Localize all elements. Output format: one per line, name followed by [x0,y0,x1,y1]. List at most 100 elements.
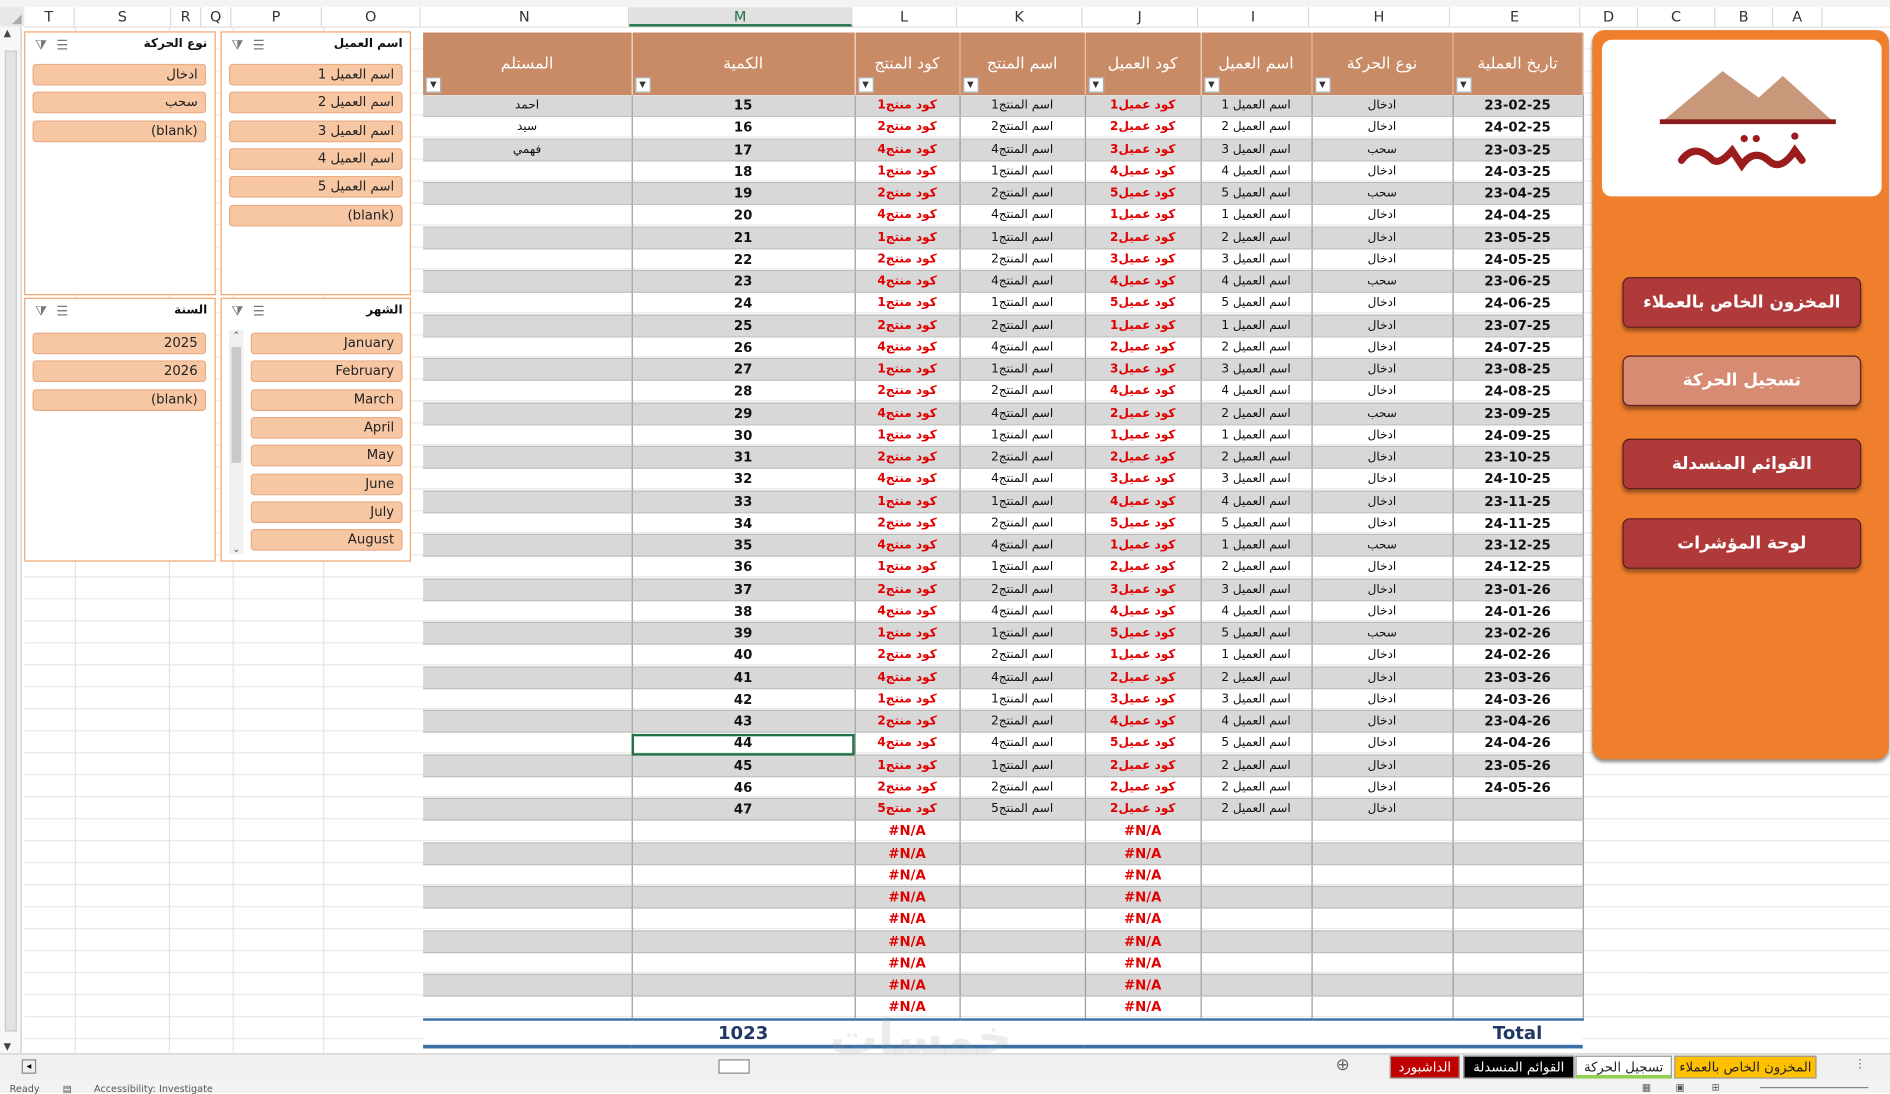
column-header-R[interactable]: R [171,7,202,27]
slicer-item[interactable]: July [250,501,403,523]
table-cell[interactable]: اسم العميل 5 [1200,622,1313,646]
table-cell[interactable]: كود عميل4 [1084,710,1202,734]
table-cell[interactable]: اسم العميل 2 [1200,226,1313,250]
table-cell[interactable]: سحب [1311,138,1454,162]
table-cell[interactable] [959,886,1086,909]
slicer-item[interactable]: (blank) [32,388,207,411]
table-cell[interactable] [1452,952,1584,975]
table-cell[interactable]: اسم العميل 1 [1200,314,1313,338]
table-cell[interactable]: كود منتج4 [854,732,961,756]
table-cell[interactable]: كود عميل1 [1084,534,1202,558]
table-cell[interactable]: كود عميل4 [1084,160,1202,184]
table-cell[interactable]: اسم العميل 2 [1200,446,1313,470]
table-cell[interactable] [423,490,633,514]
table-cell[interactable] [959,952,1086,975]
slicer-item[interactable]: 2025 [32,332,207,355]
table-cell[interactable]: 23-05-25 [1452,226,1584,250]
table-cell[interactable] [423,688,633,712]
table-cell[interactable] [1311,820,1454,843]
table-cell[interactable]: اسم العميل 4 [1200,600,1313,624]
table-cell[interactable]: اسم العميل 1 [1200,424,1313,448]
more-sheets-icon[interactable]: ⋮ [1854,1058,1866,1071]
table-cell[interactable]: ادخال [1311,226,1454,250]
table-cell[interactable]: 33 [631,490,856,514]
table-cell[interactable] [1200,908,1313,931]
table-cell[interactable]: اسم المنتج4 [959,336,1086,360]
table-cell[interactable]: اسم العميل 1 [1200,644,1313,668]
table-cell[interactable] [423,468,633,492]
column-header-S[interactable]: S [75,7,172,27]
table-cell[interactable] [423,622,633,646]
table-cell[interactable]: كود عميل2 [1084,776,1202,799]
filter-dropdown-icon[interactable]: ▼ [634,77,651,93]
table-header-cell[interactable]: المستلم ▼ [423,32,633,96]
table-cell[interactable] [1311,842,1454,865]
table-cell[interactable] [631,952,856,975]
table-cell[interactable]: 30 [631,424,856,448]
table-cell[interactable]: 23-08-25 [1452,358,1584,382]
table-cell[interactable]: كود منتج1 [854,424,961,448]
table-cell[interactable]: كود عميل1 [1084,314,1202,338]
table-cell[interactable]: كود عميل2 [1084,336,1202,360]
table-cell[interactable]: ادخال [1311,666,1454,690]
table-cell[interactable]: 23-12-25 [1452,534,1584,558]
table-cell[interactable]: اسم العميل 3 [1200,578,1313,602]
table-cell[interactable] [423,534,633,558]
slicer-year[interactable]: السنة ⧩☰ 2025 2026 (blank) [24,297,216,562]
table-cell[interactable]: اسم المنتج4 [959,666,1086,690]
total-cell[interactable] [423,1017,632,1048]
table-cell[interactable]: 19 [631,182,856,206]
nav-button[interactable]: القوائم المنسدلة [1622,438,1862,490]
table-cell[interactable]: 38 [631,600,856,624]
table-cell[interactable]: كود منتج1 [854,226,961,250]
table-cell[interactable]: اسم العميل 3 [1200,688,1313,712]
table-cell[interactable]: 21 [631,226,856,250]
table-cell[interactable]: 47 [631,798,856,821]
table-cell[interactable]: اسم العميل 1 [1200,534,1313,558]
table-cell[interactable]: #N/A [1084,930,1202,953]
table-cell[interactable]: 24-11-25 [1452,512,1584,536]
table-cell[interactable]: 23-04-26 [1452,710,1584,734]
table-cell[interactable]: اسم المنتج1 [959,292,1086,316]
table-cell[interactable]: 40 [631,644,856,668]
table-cell[interactable] [423,380,633,404]
table-cell[interactable] [423,182,633,206]
table-cell[interactable]: 24-09-25 [1452,424,1584,448]
table-cell[interactable]: كود منتج4 [854,402,961,426]
table-cell[interactable]: كود منتج1 [854,160,961,184]
table-cell[interactable] [423,974,633,997]
table-cell[interactable] [1200,974,1313,997]
table-cell[interactable]: اسم العميل 3 [1200,138,1313,162]
table-cell[interactable]: اسم العميل 5 [1200,182,1313,206]
table-cell[interactable] [1452,864,1584,887]
table-cell[interactable] [1200,820,1313,843]
table-cell[interactable]: كود عميل2 [1084,226,1202,250]
table-cell[interactable] [631,930,856,953]
table-cell[interactable]: كود عميل5 [1084,292,1202,316]
table-cell[interactable]: 24-08-25 [1452,380,1584,404]
table-cell[interactable]: كود منتج4 [854,336,961,360]
table-cell[interactable] [423,710,633,734]
filter-dropdown-icon[interactable]: ▼ [962,77,979,93]
table-cell[interactable]: ادخال [1311,468,1454,492]
column-header-L[interactable]: L [852,7,958,27]
table-cell[interactable] [1200,886,1313,909]
table-cell[interactable]: سحب [1311,534,1454,558]
table-cell[interactable] [1311,930,1454,953]
table-cell[interactable] [1200,842,1313,865]
table-cell[interactable] [423,644,633,668]
table-cell[interactable]: اسم المنتج4 [959,468,1086,492]
table-cell[interactable]: كود منتج1 [854,292,961,316]
table-cell[interactable]: اسم المنتج2 [959,710,1086,734]
table-cell[interactable]: 34 [631,512,856,536]
table-cell[interactable]: #N/A [854,820,961,843]
sheet-tab[interactable]: الداشبورد [1389,1055,1460,1079]
table-cell[interactable] [631,842,856,865]
nav-button[interactable]: المخزون الخاص بالعملاء [1622,277,1862,328]
table-cell[interactable] [1200,864,1313,887]
table-cell[interactable]: 39 [631,622,856,646]
zoom-slider[interactable] [1759,1087,1869,1089]
column-header-B[interactable]: B [1715,7,1774,27]
table-cell[interactable] [423,446,633,470]
table-cell[interactable]: اسم المنتج5 [959,798,1086,821]
